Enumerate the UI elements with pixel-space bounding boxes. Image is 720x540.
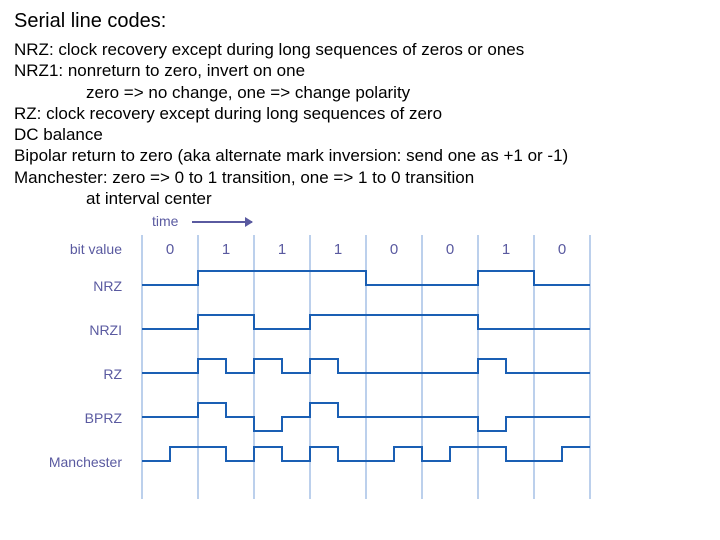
desc-line: Bipolar return to zero (aka alternate ma… xyxy=(14,146,568,165)
desc-line: NRZ: clock recovery except during long s… xyxy=(14,40,524,59)
desc-line: Manchester: zero => 0 to 1 transition, o… xyxy=(14,168,474,187)
waveform-diagram: time bit value NRZ NRZI RZ BPRZ Manchest… xyxy=(42,223,662,523)
description-block: NRZ: clock recovery except during long s… xyxy=(14,39,706,209)
desc-line: zero => no change, one => change polarit… xyxy=(14,82,410,103)
desc-line: at interval center xyxy=(14,188,212,209)
desc-line: DC balance xyxy=(14,125,103,144)
desc-line: RZ: clock recovery except during long se… xyxy=(14,104,442,123)
desc-line: NRZ1: nonreturn to zero, invert on one xyxy=(14,61,305,80)
waveform-svg xyxy=(42,223,662,523)
page-title: Serial line codes: xyxy=(14,10,706,33)
